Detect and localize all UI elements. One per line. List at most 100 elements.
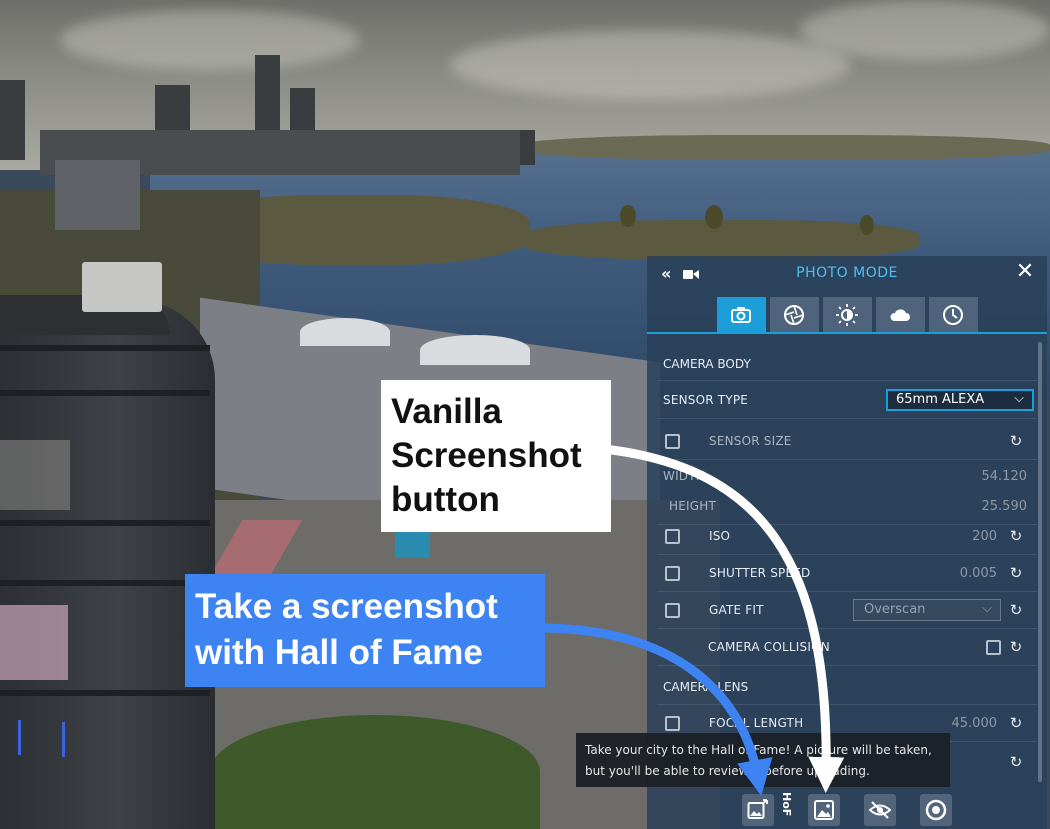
tab-weather[interactable] <box>876 297 925 333</box>
section-camera-body: CAMERA BODY <box>657 344 1037 381</box>
hof-tooltip: Take your city to the Hall of Fame! A pi… <box>576 733 950 787</box>
reset-icon[interactable]: ↻ <box>1008 639 1024 655</box>
section-title: CAMERA BODY <box>663 357 751 371</box>
hide-ui-button[interactable] <box>864 794 896 826</box>
callout-line: with Hall of Fame <box>195 633 483 672</box>
photo-mode-actions: HoF <box>647 790 1047 829</box>
light <box>18 720 21 755</box>
shutter-speed-value[interactable]: 0.005 <box>960 566 997 581</box>
lawn <box>210 715 540 829</box>
height-label: HEIGHT <box>669 499 716 513</box>
shutter-speed-row: SHUTTER SPEED 0.005 ↻ <box>657 555 1037 592</box>
facade-panel <box>0 440 70 510</box>
callout-line: button <box>391 480 500 519</box>
tree <box>705 205 723 229</box>
sensor-type-label: SENSOR TYPE <box>663 393 749 407</box>
tower <box>0 80 25 160</box>
brightness-icon <box>836 304 858 326</box>
focal-length-checkbox[interactable] <box>665 716 680 731</box>
chevron-down-icon: ⌵ <box>1014 391 1024 406</box>
section-title: CAMERA LENS <box>663 680 749 694</box>
sensor-size-checkbox[interactable] <box>665 434 680 449</box>
tooltip-line: Take your city to the Hall of Fame! A pi… <box>585 743 932 757</box>
target-icon <box>925 799 947 821</box>
camera-collision-row: CAMERA COLLISION ↻ <box>657 629 1037 666</box>
tower <box>55 160 140 230</box>
tab-lighting[interactable] <box>823 297 872 333</box>
shutter-speed-checkbox[interactable] <box>665 566 680 581</box>
focal-length-label: FOCAL LENGTH <box>709 716 804 730</box>
tab-aperture[interactable] <box>770 297 819 333</box>
tree <box>620 205 636 227</box>
cloud <box>800 0 1050 60</box>
camera-collision-label: CAMERA COLLISION <box>708 640 830 654</box>
record-button[interactable] <box>920 794 952 826</box>
reset-icon[interactable]: ↻ <box>1008 715 1024 731</box>
facade-panel <box>0 605 68 680</box>
camera-collision-checkbox[interactable] <box>986 640 1001 655</box>
sensor-size-row: SENSOR SIZE ↻ <box>657 423 1037 460</box>
reset-icon[interactable]: ↻ <box>1008 602 1024 618</box>
train <box>395 530 430 558</box>
eye-off-icon <box>869 801 891 819</box>
dome <box>420 335 530 365</box>
reset-icon[interactable]: ↻ <box>1008 565 1024 581</box>
tree <box>860 215 874 235</box>
gate-fit-value: Overscan <box>864 602 926 617</box>
camera-icon <box>731 307 751 323</box>
building-sign <box>82 262 162 312</box>
gate-fit-dropdown[interactable]: Overscan ⌵ <box>853 599 1001 621</box>
iso-checkbox[interactable] <box>665 529 680 544</box>
panel-scrollbar[interactable] <box>1038 342 1042 782</box>
width-value: 54.120 <box>981 469 1028 484</box>
iso-value[interactable]: 200 <box>972 529 997 544</box>
close-icon[interactable]: ✕ <box>1015 261 1035 283</box>
sensor-type-row: SENSOR TYPE 65mm ALEXA ⌵ <box>657 382 1037 419</box>
iso-label: ISO <box>709 529 731 543</box>
floor-line <box>0 345 210 351</box>
section-camera-lens: CAMERA LENS <box>657 668 1037 705</box>
callout-line: Screenshot <box>391 436 582 475</box>
gate-fit-label: GATE FIT <box>709 603 764 617</box>
hof-picture-upload-icon <box>747 799 768 819</box>
tab-camera[interactable] <box>717 297 766 333</box>
floor-line <box>0 690 210 696</box>
height-value: 25.590 <box>981 499 1028 514</box>
round-building <box>0 300 215 829</box>
cloud <box>450 30 850 100</box>
callout-line: Vanilla <box>391 392 502 431</box>
tab-time[interactable] <box>929 297 978 333</box>
floor-line <box>0 390 210 396</box>
picture-icon <box>814 800 834 820</box>
dome <box>300 318 390 346</box>
gate-fit-row: GATE FIT Overscan ⌵ ↻ <box>657 592 1037 629</box>
sensor-type-dropdown[interactable]: 65mm ALEXA ⌵ <box>886 389 1034 411</box>
cloud-icon <box>890 309 910 321</box>
width-label: WIDTH <box>663 469 705 483</box>
panel-title: PHOTO MODE <box>796 265 898 281</box>
hof-label: HoF <box>780 792 793 817</box>
iso-row: ISO 200 ↻ <box>657 518 1037 555</box>
hall-of-fame-callout: Take a screenshot with Hall of Fame <box>185 574 545 687</box>
reset-icon[interactable]: ↻ <box>1008 433 1024 449</box>
cloud <box>60 10 360 70</box>
tab-underline <box>647 332 1047 334</box>
clock-icon <box>943 305 963 325</box>
screenshot-button[interactable] <box>808 794 840 826</box>
light <box>62 722 65 757</box>
reset-icon[interactable]: ↻ <box>1008 754 1024 770</box>
far-shore <box>520 135 1050 160</box>
hall-of-fame-screenshot-button[interactable] <box>742 794 774 826</box>
chevron-down-icon: ⌵ <box>982 601 992 616</box>
panel-header: « PHOTO MODE ✕ <box>647 256 1047 292</box>
reset-icon[interactable]: ↻ <box>1008 528 1024 544</box>
floor-line <box>0 520 210 526</box>
vanilla-screenshot-callout: Vanilla Screenshot button <box>381 380 611 532</box>
gate-fit-checkbox[interactable] <box>665 603 680 618</box>
floor-line <box>0 580 210 586</box>
aperture-icon <box>784 305 804 325</box>
focal-length-value[interactable]: 45.000 <box>952 716 998 731</box>
tooltip-line: but you'll be able to review it before u… <box>585 764 870 778</box>
sensor-size-label: SENSOR SIZE <box>709 434 792 448</box>
callout-line: Take a screenshot <box>195 587 498 626</box>
